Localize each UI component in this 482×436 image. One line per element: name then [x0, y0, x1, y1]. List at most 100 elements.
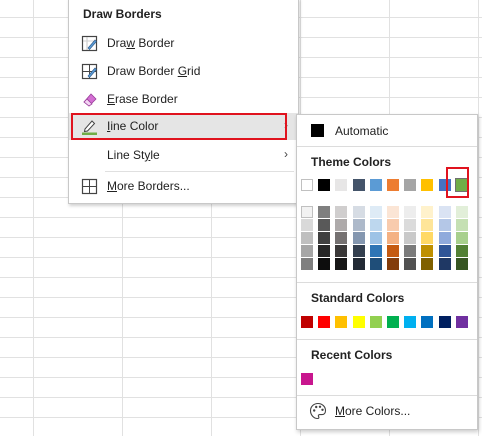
- theme-color-swatch[interactable]: [421, 179, 434, 191]
- standard-color-swatch[interactable]: [421, 316, 434, 328]
- theme-shade-swatch[interactable]: [438, 245, 451, 257]
- theme-shade-swatch[interactable]: [352, 258, 365, 270]
- standard-color-swatch[interactable]: [387, 316, 399, 328]
- standard-color-swatch[interactable]: [318, 316, 331, 328]
- theme-shade-swatch[interactable]: [455, 258, 468, 270]
- draw-border-grid-icon: [81, 63, 98, 80]
- palette-separator: [297, 146, 477, 147]
- menu-item-draw-border-grid[interactable]: Draw Border Grid: [69, 58, 298, 85]
- theme-shade-swatch[interactable]: [335, 206, 348, 218]
- theme-shade-swatch[interactable]: [318, 206, 331, 218]
- theme-shade-swatch[interactable]: [301, 245, 313, 257]
- palette-separator: [297, 339, 477, 340]
- theme-shade-swatch[interactable]: [318, 232, 331, 244]
- standard-color-swatch[interactable]: [335, 316, 348, 328]
- theme-shade-swatch[interactable]: [404, 258, 417, 270]
- theme-shade-swatch[interactable]: [301, 219, 313, 231]
- theme-color-swatch[interactable]: [404, 179, 417, 191]
- theme-color-swatch[interactable]: [335, 179, 348, 191]
- grid-icon: [81, 178, 98, 195]
- standard-color-swatch[interactable]: [352, 316, 365, 328]
- menu-item-line-style[interactable]: Line Style ›: [69, 142, 298, 169]
- standard-color-swatch[interactable]: [369, 316, 382, 328]
- submenu-arrow-icon: ›: [284, 147, 288, 161]
- theme-shade-swatch[interactable]: [387, 258, 399, 270]
- theme-shade-swatch[interactable]: [455, 232, 468, 244]
- standard-color-swatch[interactable]: [438, 316, 451, 328]
- menu-item-draw-border[interactable]: Draw Border: [69, 30, 298, 57]
- theme-color-swatch[interactable]: [369, 179, 382, 191]
- menu-separator: [105, 171, 294, 172]
- theme-shade-swatch[interactable]: [387, 245, 399, 257]
- theme-shade-swatch[interactable]: [404, 219, 417, 231]
- highlight-box: [71, 113, 287, 140]
- theme-shade-swatch[interactable]: [318, 258, 331, 270]
- theme-shade-swatch[interactable]: [318, 245, 331, 257]
- menu-item-label: Draw Border: [107, 36, 175, 50]
- automatic-option[interactable]: Automatic: [335, 124, 388, 138]
- theme-shade-swatch[interactable]: [369, 258, 382, 270]
- theme-color-swatch[interactable]: [387, 179, 399, 191]
- menu-item-erase-border[interactable]: Erase Border: [69, 86, 298, 113]
- theme-shade-swatch[interactable]: [438, 258, 451, 270]
- theme-shade-swatch[interactable]: [421, 206, 434, 218]
- theme-shade-swatch[interactable]: [335, 258, 348, 270]
- theme-shade-swatch[interactable]: [421, 232, 434, 244]
- paint-palette-icon: [309, 402, 327, 420]
- theme-color-swatch[interactable]: [352, 179, 365, 191]
- standard-color-swatch[interactable]: [301, 316, 313, 328]
- more-colors-option[interactable]: More Colors...: [335, 404, 410, 418]
- theme-shade-swatch[interactable]: [369, 206, 382, 218]
- palette-separator: [297, 395, 477, 396]
- theme-shade-swatch[interactable]: [438, 219, 451, 231]
- recent-colors-title: Recent Colors: [311, 348, 393, 362]
- standard-color-swatch[interactable]: [404, 316, 417, 328]
- theme-shade-swatch[interactable]: [438, 232, 451, 244]
- menu-item-line-color[interactable]: Iine Color ›: [69, 113, 298, 140]
- theme-shade-swatch[interactable]: [387, 219, 399, 231]
- menu-item-label: Draw Border Grid: [107, 64, 201, 78]
- draw-border-icon: [81, 35, 98, 52]
- standard-color-swatch[interactable]: [455, 316, 468, 328]
- theme-shade-swatch[interactable]: [369, 232, 382, 244]
- theme-shade-swatch[interactable]: [352, 219, 365, 231]
- theme-shade-swatch[interactable]: [335, 219, 348, 231]
- standard-colors-title: Standard Colors: [311, 291, 405, 305]
- line-color-palette: Automatic Theme Colors Standard Colors R…: [296, 114, 478, 430]
- theme-shade-swatch[interactable]: [387, 232, 399, 244]
- theme-shade-swatch[interactable]: [455, 206, 468, 218]
- theme-shade-swatch[interactable]: [438, 206, 451, 218]
- menu-item-label: Erase Border: [107, 92, 178, 106]
- theme-shade-swatch[interactable]: [455, 245, 468, 257]
- theme-shade-swatch[interactable]: [369, 219, 382, 231]
- menu-item-more-borders[interactable]: More Borders...: [69, 173, 298, 200]
- draw-borders-menu: Draw Borders Draw Border Draw Border Gri…: [68, 0, 299, 204]
- theme-shade-swatch[interactable]: [335, 232, 348, 244]
- automatic-swatch[interactable]: [311, 124, 324, 137]
- theme-shade-swatch[interactable]: [387, 206, 399, 218]
- theme-shade-swatch[interactable]: [404, 206, 417, 218]
- palette-separator: [297, 282, 477, 283]
- theme-shade-swatch[interactable]: [301, 258, 313, 270]
- theme-shade-swatch[interactable]: [352, 206, 365, 218]
- menu-item-label: More Borders...: [107, 179, 190, 193]
- theme-shade-swatch[interactable]: [369, 245, 382, 257]
- theme-shade-swatch[interactable]: [318, 219, 331, 231]
- theme-shade-swatch[interactable]: [455, 219, 468, 231]
- theme-shade-swatch[interactable]: [421, 219, 434, 231]
- theme-shade-swatch[interactable]: [352, 232, 365, 244]
- selected-color-highlight: [446, 167, 469, 198]
- theme-shade-swatch[interactable]: [404, 232, 417, 244]
- theme-shade-swatch[interactable]: [335, 245, 348, 257]
- theme-colors-title: Theme Colors: [311, 155, 392, 169]
- theme-shade-swatch[interactable]: [301, 232, 313, 244]
- recent-color-swatch[interactable]: [301, 373, 313, 385]
- theme-shade-swatch[interactable]: [404, 245, 417, 257]
- theme-shade-swatch[interactable]: [352, 245, 365, 257]
- menu-header: Draw Borders: [83, 7, 162, 21]
- theme-color-swatch[interactable]: [301, 179, 313, 191]
- theme-shade-swatch[interactable]: [301, 206, 313, 218]
- theme-shade-swatch[interactable]: [421, 245, 434, 257]
- theme-color-swatch[interactable]: [318, 179, 331, 191]
- theme-shade-swatch[interactable]: [421, 258, 434, 270]
